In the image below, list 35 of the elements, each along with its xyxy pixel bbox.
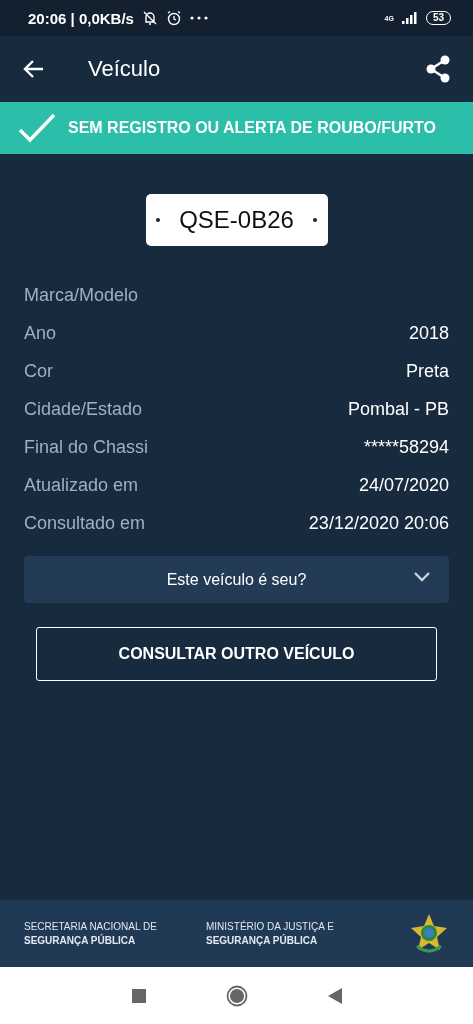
- notifications-off-icon: [141, 10, 158, 26]
- detail-value: 23/12/2020 20:06: [308, 512, 449, 534]
- footer-text: SEGURANÇA PÚBLICA: [206, 935, 319, 946]
- share-icon[interactable]: [425, 55, 451, 83]
- back-icon[interactable]: [22, 59, 44, 79]
- footer-text: SEGURANÇA PÚBLICA: [24, 935, 137, 946]
- detail-label: Cidade/Estado: [24, 398, 143, 420]
- detail-value: *****58294: [363, 436, 449, 458]
- footer-text: SECRETARIA NACIONAL DE: [24, 921, 158, 932]
- detail-value: 24/07/2020: [358, 474, 449, 496]
- detail-label: Final do Chassi: [24, 436, 149, 458]
- chevron-icon: [413, 571, 431, 583]
- alarm-icon: [165, 10, 182, 26]
- screen-title: Veículo: [88, 56, 162, 82]
- footer-text: MINISTÉRIO DA JUSTIÇA E: [206, 921, 335, 932]
- plate-bolt-icon: [313, 218, 318, 222]
- detail-value: Pombal - PB: [347, 398, 449, 420]
- detail-label: Cor: [24, 360, 53, 382]
- recents-icon[interactable]: [131, 988, 146, 1003]
- banner-text: SEM REGISTRO OU ALERTA DE ROUBO/FURTO: [68, 119, 436, 137]
- check-icon: [18, 113, 56, 143]
- ownership-dropdown[interactable]: Este veículo é seu?: [24, 556, 449, 603]
- consult-button[interactable]: CONSULTAR OUTRO VEÍCULO: [36, 627, 437, 681]
- detail-label: Marca/Modelo: [24, 284, 139, 306]
- detail-label: Ano: [24, 322, 57, 344]
- home-icon[interactable]: [225, 984, 248, 1007]
- signal-icon: [401, 12, 418, 24]
- more-icon: [189, 16, 208, 20]
- detail-label: Atualizado em: [24, 474, 139, 496]
- detail-value: 2018: [408, 322, 449, 344]
- detail-value: Preta: [405, 360, 449, 382]
- status-time: 20:06 | 0,0KB/s: [28, 9, 134, 27]
- plate-bolt-icon: [155, 218, 160, 222]
- detail-label: Consultado em: [24, 512, 146, 534]
- plate-number: QSE-0B26: [179, 206, 294, 234]
